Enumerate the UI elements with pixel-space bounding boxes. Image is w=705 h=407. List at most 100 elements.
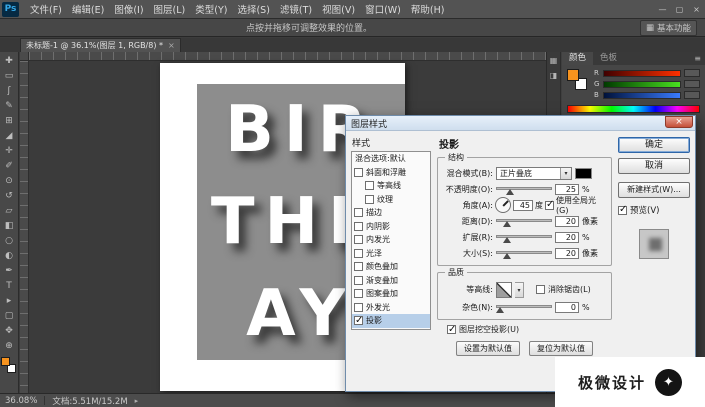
blending-options-row[interactable]: 混合选项:默认	[352, 152, 430, 166]
shape-tool[interactable]: ▢	[0, 309, 19, 324]
color-overlay-checkbox[interactable]	[354, 262, 363, 272]
menu-item-filter[interactable]: 滤镜(T)	[275, 2, 317, 16]
eyedropper-tool[interactable]: ◢	[0, 129, 19, 144]
contour-picker[interactable]	[496, 281, 512, 298]
angle-dial[interactable]	[495, 197, 511, 213]
opacity-slider[interactable]	[496, 184, 552, 195]
dialog-title-bar[interactable]: 图层样式 ×	[346, 116, 695, 131]
preview-checkbox[interactable]	[618, 204, 627, 215]
document-tab[interactable]: 未标题-1 @ 36.1%(图层 1, RGB/8) * ×	[20, 38, 181, 52]
gradient-tool[interactable]: ◧	[0, 219, 19, 234]
history-brush-tool[interactable]: ↺	[0, 189, 19, 204]
red-channel-slider[interactable]	[603, 69, 681, 77]
style-item-gradient-overlay[interactable]: 渐变叠加	[352, 274, 430, 288]
opacity-value[interactable]: 25	[555, 183, 579, 195]
size-value[interactable]: 20	[555, 247, 579, 259]
close-button[interactable]: ×	[688, 5, 705, 14]
shadow-color-swatch[interactable]	[575, 167, 592, 179]
style-item-outer-glow[interactable]: 外发光	[352, 301, 430, 315]
layer-knockout-checkbox[interactable]	[447, 324, 456, 335]
zoom-tool[interactable]: ⊕	[0, 339, 19, 354]
style-item-inner-glow[interactable]: 内发光	[352, 233, 430, 247]
distance-slider[interactable]	[496, 216, 552, 227]
menu-item-select[interactable]: 选择(S)	[232, 2, 274, 16]
pen-tool[interactable]: ✒	[0, 264, 19, 279]
preview-toggle[interactable]: 预览(V)	[618, 204, 690, 216]
style-item-drop-shadow[interactable]: 投影	[352, 314, 430, 328]
menu-item-file[interactable]: 文件(F)	[25, 2, 67, 16]
style-item-texture[interactable]: 纹理	[352, 193, 430, 207]
panel-color-swatches[interactable]	[567, 69, 589, 93]
workspace-switcher[interactable]: ▦ 基本功能	[639, 19, 697, 36]
menu-item-help[interactable]: 帮助(H)	[406, 2, 450, 16]
photoshop-logo-icon[interactable]: Ps	[2, 1, 19, 17]
color-spectrum-ramp[interactable]	[567, 105, 700, 113]
cancel-button[interactable]: 取消	[618, 158, 690, 174]
adjustments-panel-icon[interactable]: ▦	[550, 56, 558, 65]
blue-channel-slider[interactable]	[603, 91, 681, 99]
spread-slider[interactable]	[496, 232, 552, 243]
texture-checkbox[interactable]	[365, 194, 374, 204]
stroke-checkbox[interactable]	[354, 208, 363, 218]
move-tool[interactable]: ✚	[0, 54, 19, 69]
noise-value[interactable]: 0	[555, 301, 579, 313]
style-item-contour[interactable]: 等高线	[352, 179, 430, 193]
angle-value[interactable]: 45	[513, 199, 533, 211]
red-channel-value[interactable]	[684, 69, 700, 77]
clone-stamp-tool[interactable]: ⊙	[0, 174, 19, 189]
menu-item-edit[interactable]: 编辑(E)	[67, 2, 109, 16]
menu-item-window[interactable]: 窗口(W)	[360, 2, 406, 16]
use-global-light-checkbox[interactable]	[545, 199, 554, 210]
noise-slider[interactable]	[496, 302, 552, 313]
bevel-emboss-checkbox[interactable]	[354, 167, 363, 177]
tab-close-icon[interactable]: ×	[168, 41, 175, 50]
styles-panel-icon[interactable]: ◨	[550, 71, 558, 80]
type-tool[interactable]: T	[0, 279, 19, 294]
size-slider[interactable]	[496, 248, 552, 259]
blue-channel-value[interactable]	[684, 91, 700, 99]
minimize-button[interactable]: —	[654, 5, 671, 14]
blur-tool[interactable]: ○	[0, 234, 19, 249]
rectangular-marquee-tool[interactable]: ▭	[0, 69, 19, 84]
brush-tool[interactable]: ✐	[0, 159, 19, 174]
inner-shadow-checkbox[interactable]	[354, 221, 363, 231]
distance-value[interactable]: 20	[555, 215, 579, 227]
status-options-icon[interactable]: ▸	[135, 397, 139, 405]
style-item-stroke[interactable]: 描边	[352, 206, 430, 220]
style-item-satin[interactable]: 光泽	[352, 247, 430, 261]
healing-brush-tool[interactable]: ✛	[0, 144, 19, 159]
reset-default-button[interactable]: 复位为默认值	[529, 341, 593, 356]
pattern-overlay-checkbox[interactable]	[354, 289, 363, 299]
ok-button[interactable]: 确定	[618, 137, 690, 153]
tab-color[interactable]: 颜色	[562, 52, 594, 65]
toolbar-color-swatches[interactable]	[1, 357, 17, 375]
hand-tool[interactable]: ✥	[0, 324, 19, 339]
panel-foreground-swatch[interactable]	[567, 69, 579, 81]
spread-value[interactable]: 20	[555, 231, 579, 243]
inner-glow-checkbox[interactable]	[354, 235, 363, 245]
crop-tool[interactable]: ⊞	[0, 114, 19, 129]
lasso-tool[interactable]: ʃ	[0, 84, 19, 99]
path-selection-tool[interactable]: ▸	[0, 294, 19, 309]
menu-item-layer[interactable]: 图层(L)	[149, 2, 191, 16]
make-default-button[interactable]: 设置为默认值	[456, 341, 520, 356]
eraser-tool[interactable]: ▱	[0, 204, 19, 219]
tab-swatches[interactable]: 色板	[593, 52, 624, 65]
foreground-color-swatch[interactable]	[1, 357, 10, 366]
style-item-inner-shadow[interactable]: 内阴影	[352, 220, 430, 234]
menu-item-view[interactable]: 视图(V)	[317, 2, 360, 16]
menu-item-image[interactable]: 图像(I)	[109, 2, 148, 16]
panel-menu-icon[interactable]: ≡	[694, 54, 705, 63]
style-item-color-overlay[interactable]: 颜色叠加	[352, 260, 430, 274]
style-item-pattern-overlay[interactable]: 图案叠加	[352, 287, 430, 301]
zoom-level[interactable]: 36.08%	[5, 396, 37, 406]
restore-button[interactable]: ▢	[671, 5, 688, 14]
style-item-bevel-emboss[interactable]: 斜面和浮雕	[352, 166, 430, 180]
satin-checkbox[interactable]	[354, 248, 363, 258]
green-channel-value[interactable]	[684, 80, 700, 88]
dialog-close-button[interactable]: ×	[665, 116, 693, 128]
contour-dropdown-icon[interactable]: ▾	[515, 281, 524, 298]
contour-checkbox[interactable]	[365, 181, 374, 191]
dodge-tool[interactable]: ◐	[0, 249, 19, 264]
green-channel-slider[interactable]	[603, 80, 681, 88]
